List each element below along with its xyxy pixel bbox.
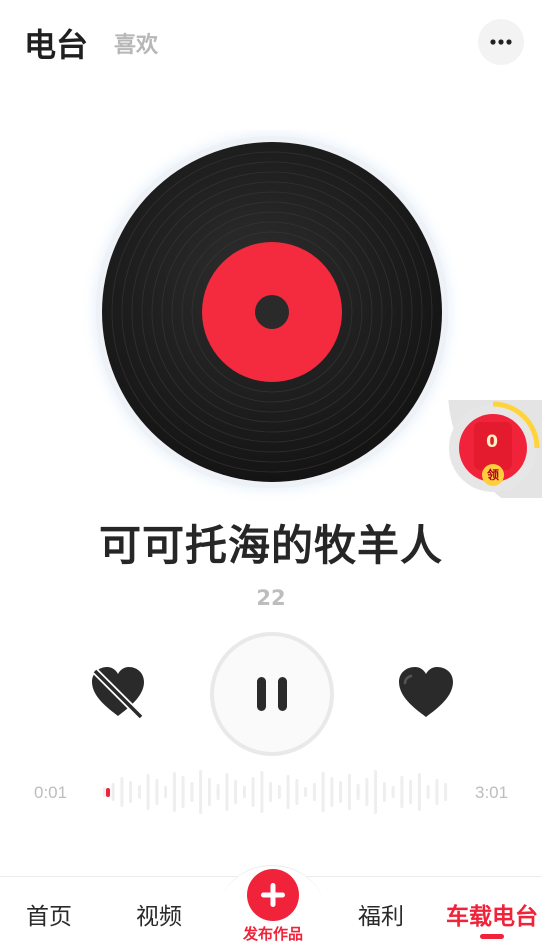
more-button[interactable] xyxy=(478,19,524,65)
plus-icon xyxy=(261,883,285,907)
current-time: 0:01 xyxy=(34,783,68,802)
like-button[interactable] xyxy=(395,664,457,720)
active-tab-indicator xyxy=(480,934,504,939)
waveform-bar xyxy=(391,786,395,798)
waveform-bar xyxy=(111,783,115,801)
tab-car-radio[interactable]: 车载电台 xyxy=(446,897,538,931)
ellipsis-icon xyxy=(490,39,512,45)
reward-widget[interactable]: 0 领 xyxy=(444,260,542,520)
tab-home[interactable]: 首页 xyxy=(26,897,72,931)
waveform-bar xyxy=(304,787,308,797)
song-count: 22 xyxy=(256,586,286,610)
waveform-bar xyxy=(409,780,413,804)
waveform-bar xyxy=(172,772,176,812)
total-time: 3:01 xyxy=(475,783,509,802)
waveform-bar xyxy=(382,782,386,802)
waveform-bar xyxy=(312,783,316,801)
pause-button[interactable] xyxy=(210,632,334,756)
song-title: 可可托海的牧羊人 xyxy=(98,521,443,570)
header: 电台 喜欢 xyxy=(0,0,542,84)
publish-label[interactable]: 发布作品 xyxy=(236,923,310,943)
waveform-bar xyxy=(216,784,220,800)
waveform-bar xyxy=(400,776,404,808)
waveform-bar xyxy=(444,783,448,801)
waveform-bar xyxy=(242,786,246,798)
heart-crossed-icon xyxy=(92,667,144,720)
waveform-bar xyxy=(146,774,150,810)
waveform-bar xyxy=(251,777,255,807)
reward-count: 0 xyxy=(486,432,498,452)
pause-icon xyxy=(257,677,287,711)
bottom-tab-bar: 首页 视频 发布作品 福利 车载电台 xyxy=(0,865,542,943)
waveform-bar xyxy=(207,778,211,806)
waveform-bar xyxy=(155,779,159,805)
waveform-bar xyxy=(321,772,325,812)
progress-waveform[interactable] xyxy=(100,764,450,820)
waveform-bar xyxy=(120,777,124,807)
waveform-bar xyxy=(269,782,273,802)
waveform-bar xyxy=(190,782,194,802)
waveform-bar xyxy=(417,773,421,811)
waveform-bar xyxy=(356,784,360,800)
waveform-bar xyxy=(102,787,106,797)
reward-badge: 领 xyxy=(482,464,504,486)
waveform-bar xyxy=(234,780,238,804)
tab-video[interactable]: 视频 xyxy=(136,897,182,931)
waveform-bar xyxy=(181,776,185,808)
waveform-bar xyxy=(330,777,334,807)
waveform-bar xyxy=(347,774,351,810)
waveform-bar xyxy=(435,779,439,805)
waveform-bar xyxy=(365,778,369,806)
progress-marker xyxy=(106,788,110,797)
tab-welfare[interactable]: 福利 xyxy=(358,897,404,931)
waveform-bar xyxy=(164,786,168,798)
waveform-bar xyxy=(339,781,343,803)
waveform-bar xyxy=(286,775,290,809)
waveform-bar xyxy=(374,770,378,814)
waveform-bar xyxy=(277,785,281,799)
heart-icon xyxy=(399,667,453,717)
waveform-bar xyxy=(260,771,264,813)
waveform-bar xyxy=(137,785,141,799)
tab-radio[interactable]: 电台 xyxy=(24,20,88,66)
waveform-bar xyxy=(129,781,133,803)
waveform-bar xyxy=(295,779,299,805)
publish-button[interactable] xyxy=(247,869,299,921)
waveform-bar xyxy=(426,785,430,799)
waveform-bar xyxy=(225,773,229,811)
dislike-button[interactable] xyxy=(88,664,148,720)
vinyl-disc xyxy=(80,130,464,514)
tab-favorites[interactable]: 喜欢 xyxy=(114,27,158,59)
waveform-bar xyxy=(199,770,203,814)
